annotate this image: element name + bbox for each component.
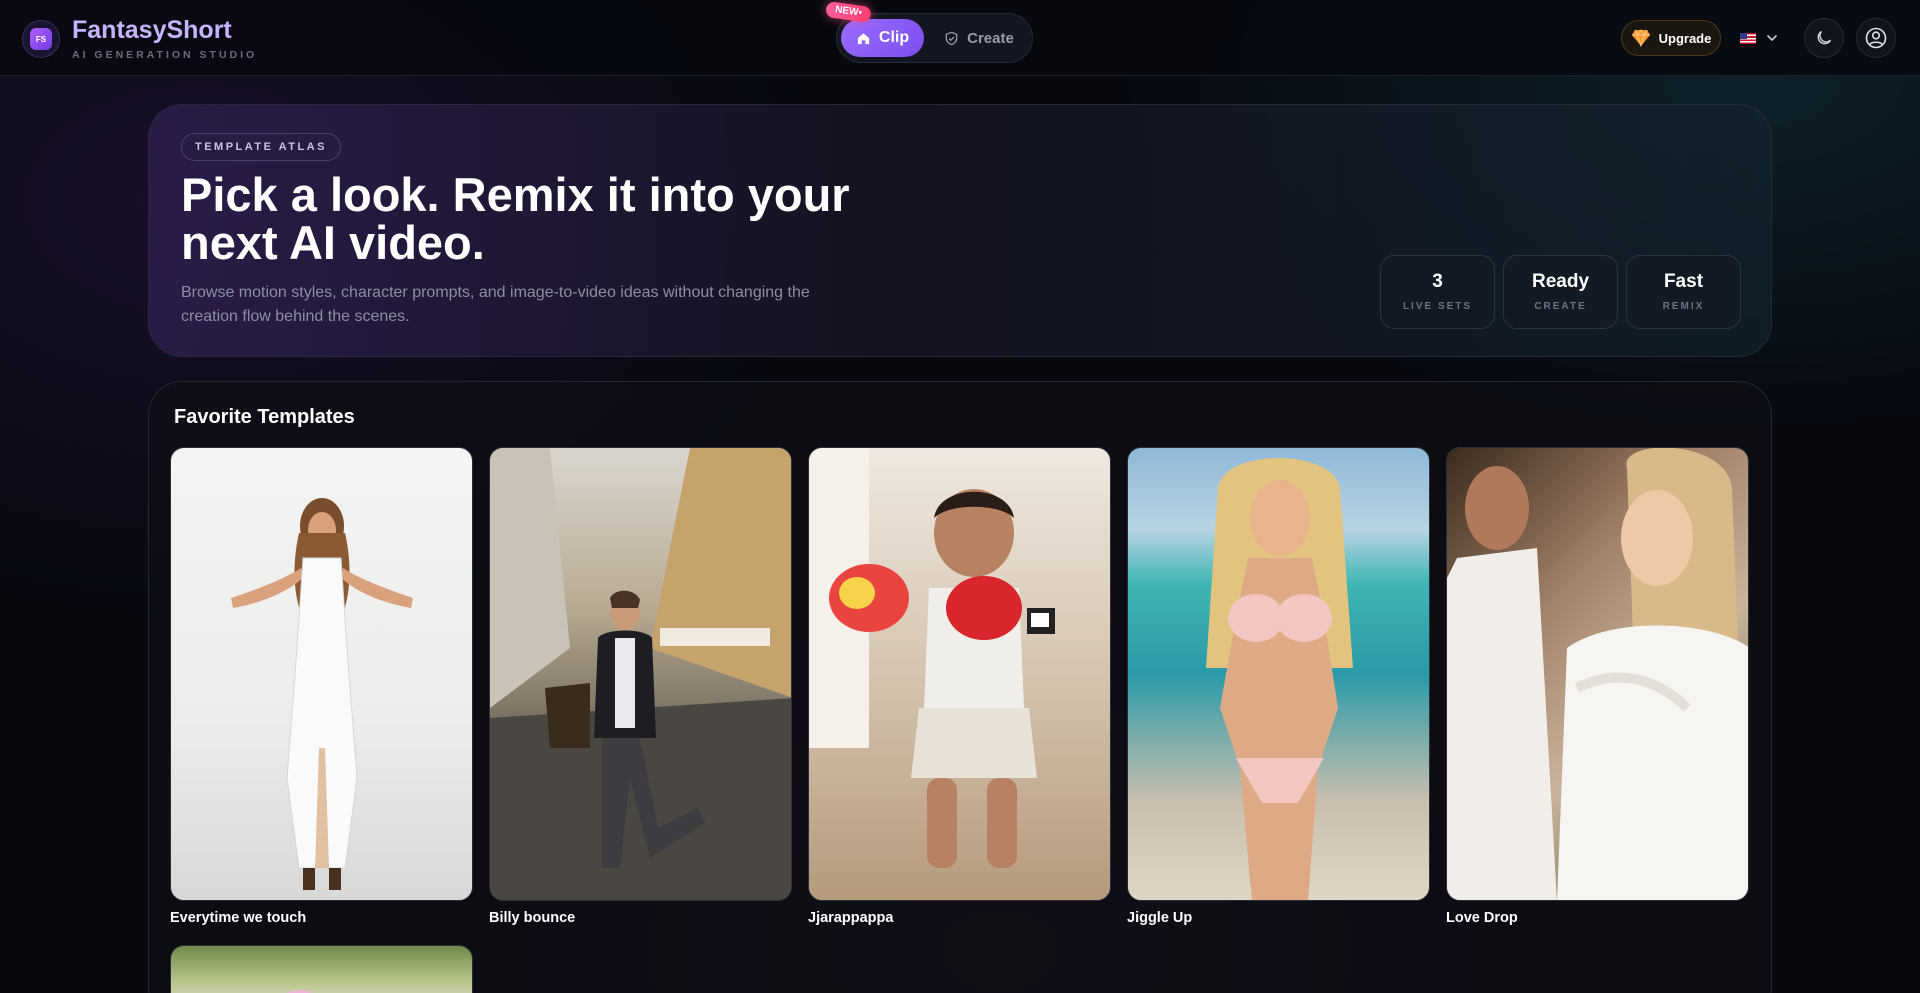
us-flag-icon (1740, 32, 1756, 44)
template-thumbnail[interactable] (170, 945, 473, 993)
chevron-down-icon (1766, 34, 1778, 42)
stat-value: Fast (1663, 271, 1704, 292)
template-name: Jjarappappa (808, 910, 894, 926)
logo[interactable]: FS (22, 20, 60, 58)
brand-name[interactable]: FantasyShort (72, 16, 232, 45)
brand-tagline: AI GENERATION STUDIO (72, 49, 258, 61)
template-thumbnail[interactable] (489, 447, 792, 901)
hero-tag: TEMPLATE ATLAS (181, 133, 341, 161)
template-name: Everytime we touch (170, 910, 307, 926)
stat-remix: Fast REMIX (1626, 255, 1741, 329)
man-street-image (490, 448, 791, 900)
moon-icon (1817, 30, 1832, 45)
stat-label: LIVE SETS (1402, 301, 1473, 312)
stat-create: Ready CREATE (1503, 255, 1618, 329)
flower-hat-image (286, 990, 312, 993)
template-name: Love Drop (1446, 910, 1518, 926)
mode-clip-label: Clip (878, 29, 910, 46)
top-bar: FS FantasyShort AI GENERATION STUDIO Cli… (0, 0, 1920, 76)
mode-create-label: Create (967, 29, 1014, 47)
template-card[interactable]: Everytime we touch (170, 447, 473, 926)
stat-label: CREATE (1534, 301, 1587, 312)
user-circle-icon (1865, 27, 1887, 49)
stat-live-sets: 3 LIVE SETS (1380, 255, 1495, 329)
template-card[interactable]: Billy bounce (489, 447, 792, 926)
favorite-templates-panel: Favorite Templates Everytime we touch Bi… (148, 381, 1772, 993)
account-button[interactable] (1856, 18, 1896, 58)
language-selector[interactable] (1740, 24, 1786, 52)
hero-title: Pick a look. Remix it into your next AI … (181, 168, 850, 269)
template-thumbnail[interactable] (170, 447, 473, 901)
template-name: Billy bounce (489, 910, 576, 926)
template-card[interactable]: Jiggle Up (1127, 447, 1430, 926)
woman-beach-image (1206, 458, 1353, 900)
template-thumbnail[interactable] (1446, 447, 1749, 901)
mode-create-button[interactable]: Create (933, 19, 1025, 57)
template-card[interactable]: Love Drop (1446, 447, 1749, 926)
hero-panel: TEMPLATE ATLAS Pick a look. Remix it int… (148, 104, 1772, 357)
shield-check-icon (945, 31, 958, 45)
theme-toggle-button[interactable] (1804, 18, 1844, 58)
stat-value: Ready (1531, 271, 1590, 292)
template-card[interactable]: Jjarappappa (808, 447, 1111, 926)
home-icon (857, 32, 870, 44)
template-thumbnail[interactable] (808, 447, 1111, 901)
template-card[interactable] (170, 945, 473, 993)
new-badge: NEW• (825, 0, 872, 24)
couple-image (1447, 448, 1748, 900)
gem-icon (1631, 29, 1650, 47)
woman-white-dress-image (231, 498, 413, 890)
hero-description: Browse motion styles, character prompts,… (181, 284, 810, 325)
stat-value: 3 (1432, 271, 1443, 292)
baby-boxing-image (809, 448, 1055, 868)
template-name: Jiggle Up (1127, 910, 1193, 926)
mode-clip-button[interactable]: Clip (841, 19, 924, 57)
stat-label: REMIX (1662, 301, 1705, 312)
upgrade-button[interactable]: Upgrade (1621, 20, 1721, 56)
template-thumbnail[interactable] (1127, 447, 1430, 901)
logo-mark: FS (30, 28, 52, 50)
upgrade-label: Upgrade (1658, 30, 1712, 46)
section-title: Favorite Templates (174, 406, 355, 428)
